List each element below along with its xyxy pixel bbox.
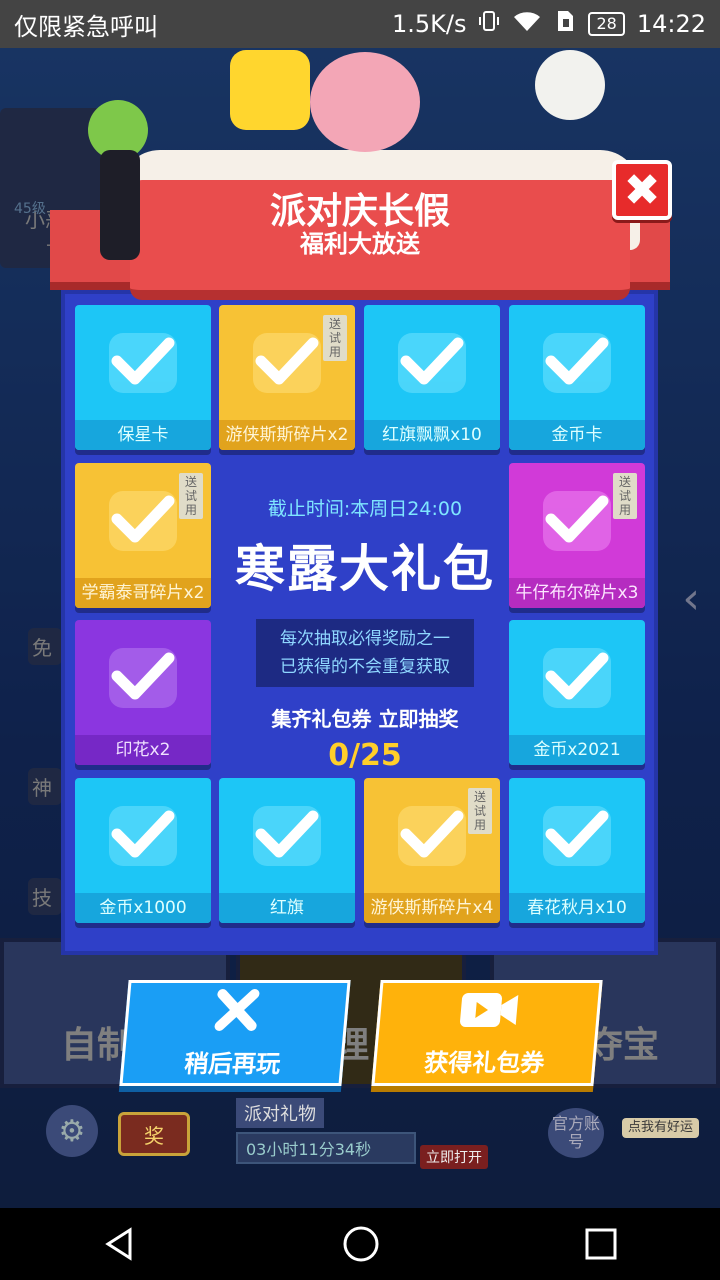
checkmark-icon [111,808,175,864]
reward-card-art [509,620,645,736]
reward-card[interactable]: 送试用游侠斯斯碎片x2 [219,305,355,450]
checkmark-icon [545,808,609,864]
close-icon: ✖ [623,164,661,216]
status-icons: 1.5K/s 28 14:22 [392,9,706,39]
pig-character-icon [310,52,420,152]
checkmark-icon [255,808,319,864]
get-voucher-button[interactable]: 获得礼包券 [371,980,603,1086]
reward-card[interactable]: 红旗飘飘x10 [364,305,500,450]
network-speed: 1.5K/s [391,10,467,38]
checkmark-icon [111,335,175,391]
party-gift-timer: 03小时11分34秒 [236,1132,416,1164]
reward-card-label: 红旗 [219,893,355,923]
center-info: 截止时间:本周日24:00 寒露大礼包 每次抽取必得奖励之一 已获得的不会重复获… [230,490,500,773]
back-icon[interactable] [102,1226,138,1262]
suit-character-icon [100,150,140,260]
rules-line-1: 每次抽取必得奖励之一 [280,629,450,649]
video-camera-icon [457,989,521,1037]
settings-gear-icon[interactable]: ⚙ [46,1105,98,1157]
popup-subtitle: 福利大放送 [300,230,420,258]
reward-card[interactable]: 金币x2021 [509,620,645,765]
reward-card[interactable]: 送试用游侠斯斯碎片x4 [364,778,500,923]
checkmark-icon [255,335,319,391]
reward-card-art [75,620,211,736]
bunny-character-icon [535,50,605,120]
close-button[interactable]: ✖ [612,160,672,220]
navigation-bar [0,1208,720,1280]
party-gift-title: 派对礼物 [236,1098,324,1128]
luck-badge[interactable]: 点我有好运 [622,1118,700,1138]
reward-card[interactable]: 金币卡 [509,305,645,450]
vibrate-icon [478,9,500,39]
checkmark-icon [400,335,464,391]
get-voucher-label: 获得礼包券 [423,1048,546,1077]
checkmark-icon [545,335,609,391]
reward-card-label: 保星卡 [75,420,211,450]
play-later-button[interactable]: 稍后再玩 [119,980,351,1086]
reward-card[interactable]: 印花x2 [75,620,211,765]
battery-indicator: 28 [588,12,625,36]
checkmark-icon [111,493,175,549]
trial-tag: 送试用 [468,788,492,834]
home-icon[interactable] [342,1225,380,1263]
prize-tv-icon[interactable]: 奖 [118,1112,190,1156]
carrier-text: 仅限紧急呼叫 [14,12,158,41]
trial-tag: 送试用 [613,473,637,519]
reward-card[interactable]: 红旗 [219,778,355,923]
reward-card[interactable]: 送试用学霸泰哥碎片x2 [75,463,211,608]
reward-card[interactable]: 春花秋月x10 [509,778,645,923]
reward-card-label: 金币卡 [509,420,645,450]
deadline-text: 截止时间:本周日24:00 [267,498,463,520]
reward-card-label: 游侠斯斯碎片x2 [219,420,355,450]
reward-card-art [509,305,645,421]
reward-card-label: 春花秋月x10 [509,893,645,923]
party-gift-widget[interactable]: 派对礼物 03小时11分34秒 [236,1098,416,1164]
collect-text: 集齐礼包券 立即抽奖 [271,707,459,731]
reward-card-art [75,778,211,894]
recent-apps-icon[interactable] [584,1227,618,1261]
checkmark-icon [400,808,464,864]
checkmark-icon [545,650,609,706]
official-account-button[interactable]: 官方账号 [548,1108,604,1158]
checkmark-icon [545,493,609,549]
prize-label: 奖 [144,1123,164,1148]
reward-card-art [509,778,645,894]
trial-tag: 送试用 [179,473,203,519]
rules-line-2: 已获得的不会重复获取 [280,657,450,677]
close-icon [213,988,261,1038]
clock: 14:22 [636,10,706,38]
wifi-icon [512,9,542,39]
reward-card-label: 牛仔布尔碎片x3 [509,578,645,608]
reward-card-label: 金币x2021 [509,735,645,765]
reward-card-art [364,305,500,421]
sim-icon [554,9,576,39]
reward-card-label: 游侠斯斯碎片x4 [364,893,500,923]
trial-tag: 送试用 [323,315,347,361]
gift-pack-title: 寒露大礼包 [235,540,495,598]
status-bar: 仅限紧急呼叫 1.5K/s 28 14:22 [0,0,720,48]
reward-card-label: 金币x1000 [75,893,211,923]
reward-card-label: 印花x2 [75,735,211,765]
checkmark-icon [111,650,175,706]
open-now-button[interactable]: 立即打开 [420,1145,488,1169]
reward-card-art [219,778,355,894]
reward-card[interactable]: 金币x1000 [75,778,211,923]
play-later-label: 稍后再玩 [183,1049,282,1078]
reward-card-art [75,305,211,421]
rules-box: 每次抽取必得奖励之一 已获得的不会重复获取 [256,619,474,687]
voucher-progress: 0/25 [328,738,402,773]
reward-card[interactable]: 送试用牛仔布尔碎片x3 [509,463,645,608]
reward-card-label: 学霸泰哥碎片x2 [75,578,211,608]
star-character-icon [230,50,310,130]
reward-card-label: 红旗飘飘x10 [364,420,500,450]
reward-card[interactable]: 保星卡 [75,305,211,450]
